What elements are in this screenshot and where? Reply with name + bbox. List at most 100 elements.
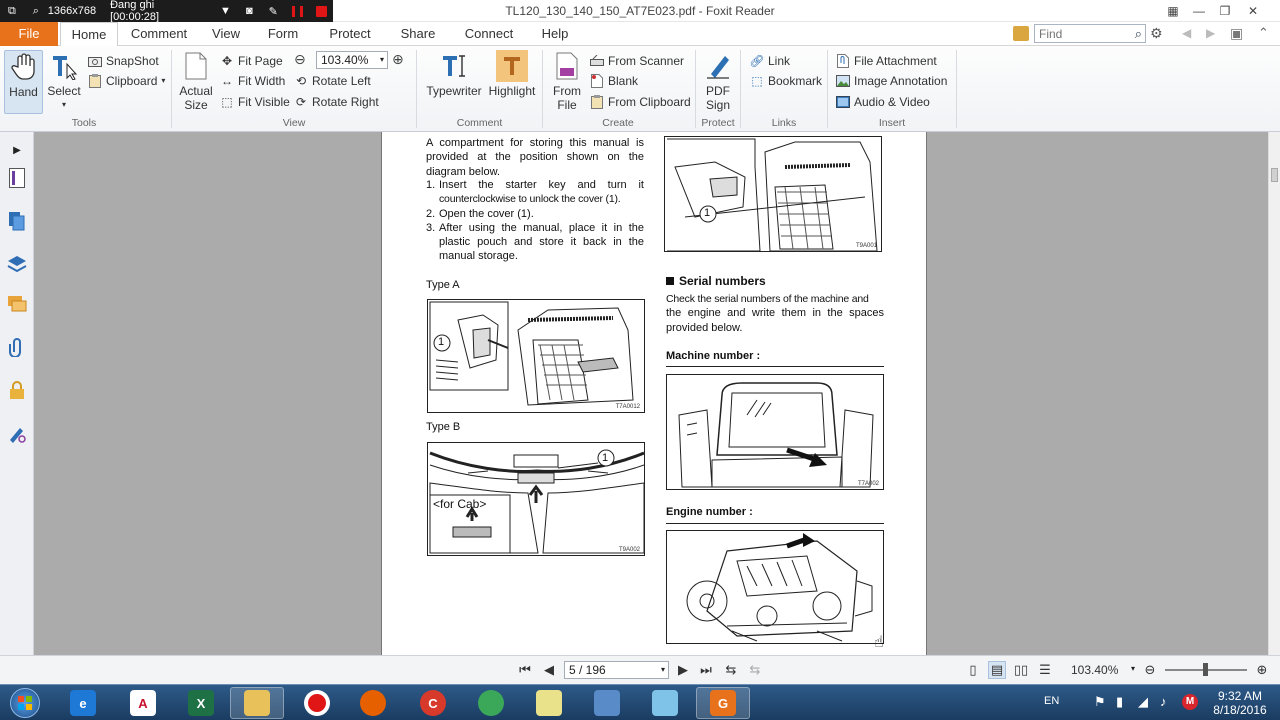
view-group-label: View: [282, 117, 306, 129]
taskbar-explorer[interactable]: [230, 687, 284, 719]
tab-protect[interactable]: Protect: [324, 22, 376, 46]
rotate-right-icon: ⟳: [295, 94, 307, 109]
serial-text-line: Check the serial numbers of the machine …: [666, 293, 869, 305]
search-icon[interactable]: ⌕: [1135, 26, 1142, 42]
find-field[interactable]: ⌕: [1034, 24, 1146, 43]
tab-home[interactable]: Home: [60, 22, 118, 47]
tab-help[interactable]: Help: [538, 22, 572, 46]
tab-form[interactable]: Form: [262, 22, 304, 46]
comments-icon[interactable]: [5, 292, 29, 316]
from-scanner-button[interactable]: From Scanner: [590, 51, 684, 70]
next-view-icon[interactable]: ⇆: [746, 661, 764, 679]
layers-icon[interactable]: [5, 252, 29, 276]
zoom-out-icon[interactable]: ⊖: [294, 51, 306, 68]
image-annotation-button[interactable]: Image Annotation: [836, 71, 947, 90]
pdf-sign-button[interactable]: PDF Sign: [700, 50, 736, 112]
back-arrow-icon[interactable]: ◀: [1182, 26, 1191, 40]
taskbar-firefox[interactable]: [346, 687, 400, 719]
status-zoom-in-icon[interactable]: ⊕: [1253, 661, 1271, 679]
taskbar-excel[interactable]: X: [174, 687, 228, 719]
actual-size-button[interactable]: Actual Size: [176, 50, 216, 112]
facing-pages-icon[interactable]: ▯▯: [1012, 661, 1030, 679]
fit-width-button[interactable]: ↔ Fit Width: [220, 71, 285, 90]
expand-panel-icon[interactable]: ▶: [5, 138, 29, 162]
typewriter-button[interactable]: Typewriter: [424, 50, 484, 98]
foxit-icon: G: [710, 690, 736, 716]
zoom-slider-thumb[interactable]: [1203, 663, 1208, 676]
bookmark-label: Bookmark: [768, 73, 823, 88]
link-button[interactable]: 🔗︎ Link: [749, 51, 790, 70]
audio-video-button[interactable]: Audio & Video: [836, 92, 930, 111]
tab-share[interactable]: Share: [396, 22, 440, 46]
start-button[interactable]: [0, 687, 50, 719]
page-number-field[interactable]: 5 / 196 ▾: [564, 661, 669, 679]
bookmark-button[interactable]: ⬚ Bookmark: [750, 71, 822, 90]
power-icon[interactable]: ▮: [1116, 694, 1123, 710]
taskbar-globe-app[interactable]: [464, 687, 518, 719]
status-zoom-value[interactable]: 103.40%: [1071, 663, 1118, 677]
clipboard-button[interactable]: Clipboard ▾: [88, 71, 165, 90]
next-page-icon[interactable]: ▶: [674, 661, 692, 679]
rotate-left-button[interactable]: ⟲ Rotate Left: [294, 71, 371, 90]
status-bar: ⏮ ◀ 5 / 196 ▾ ▶ ⏭ ⇆ ⇆ ▯ ▤ ▯▯ ☰ 103.40% ▾…: [0, 655, 1280, 684]
previous-page-icon[interactable]: ◀: [540, 661, 558, 679]
taskbar-acrobat[interactable]: A: [116, 687, 170, 719]
blank-button[interactable]: Blank: [590, 71, 638, 90]
volume-icon[interactable]: ♪: [1160, 694, 1167, 709]
ribbon-options-icon[interactable]: ▦: [1160, 0, 1186, 22]
hand-tool-button[interactable]: Hand: [4, 50, 43, 114]
taskbar-notes[interactable]: [522, 687, 576, 719]
page-thumbnail-icon[interactable]: [5, 166, 29, 190]
close-button[interactable]: ✕: [1240, 0, 1266, 22]
previous-view-icon[interactable]: ⇆: [722, 661, 740, 679]
status-zoom-dropdown-icon[interactable]: ▾: [1131, 664, 1135, 673]
continuous-facing-icon[interactable]: ☰: [1036, 661, 1054, 679]
fit-visible-button[interactable]: ⬚ Fit Visible: [220, 92, 289, 111]
taskbar-foxit-reader[interactable]: G: [696, 687, 750, 719]
continuous-page-icon[interactable]: ▤: [988, 661, 1006, 679]
taskbar-internet-explorer[interactable]: e: [56, 687, 110, 719]
antivirus-icon[interactable]: M: [1182, 694, 1198, 710]
zoom-in-icon[interactable]: ⊕: [392, 51, 404, 68]
network-icon[interactable]: ◢: [1138, 694, 1148, 710]
fit-page-button[interactable]: ✥ Fit Page: [220, 51, 283, 70]
language-indicator[interactable]: EN: [1044, 695, 1059, 707]
tab-file[interactable]: File: [0, 22, 58, 46]
single-page-icon[interactable]: ▯: [964, 661, 982, 679]
system-clock[interactable]: 9:32 AM 8/18/2016: [1200, 689, 1280, 717]
select-tool-button[interactable]: Select ▾: [46, 50, 82, 112]
taskbar-paint[interactable]: [638, 687, 692, 719]
from-file-button[interactable]: From File: [548, 50, 586, 112]
file-attachment-button[interactable]: File Attachment: [836, 51, 937, 70]
restore-button[interactable]: ❐: [1212, 0, 1238, 22]
forward-arrow-icon[interactable]: ▶: [1206, 26, 1215, 40]
zoom-select[interactable]: 103.40% ▾: [316, 51, 388, 69]
vertical-scrollbar[interactable]: [1268, 132, 1280, 655]
folder-search-icon[interactable]: [1013, 26, 1029, 41]
taskbar-ccleaner[interactable]: C: [406, 687, 460, 719]
last-page-icon[interactable]: ⏭: [697, 661, 715, 679]
taskbar-screen-app[interactable]: [580, 687, 634, 719]
attachments-icon[interactable]: [5, 335, 29, 359]
taskbar-recorder[interactable]: [290, 687, 344, 719]
status-zoom-out-icon[interactable]: ⊖: [1141, 661, 1159, 679]
find-input[interactable]: [1035, 25, 1127, 42]
tab-connect[interactable]: Connect: [462, 22, 516, 46]
scroll-thumb[interactable]: [1271, 168, 1278, 182]
tab-view[interactable]: View: [204, 22, 248, 46]
minimize-button[interactable]: —: [1186, 0, 1212, 22]
from-clipboard-button[interactable]: From Clipboard: [590, 92, 691, 111]
document-viewport[interactable]: A compartment for storing this manual is…: [34, 132, 1268, 655]
collapse-ribbon-icon[interactable]: ⌃: [1258, 25, 1269, 41]
first-page-icon[interactable]: ⏮: [516, 661, 534, 679]
signature-panel-icon[interactable]: [5, 422, 29, 446]
action-center-flag-icon[interactable]: ⚑: [1094, 694, 1106, 710]
user-account-icon[interactable]: ▣: [1230, 25, 1243, 42]
pages-icon[interactable]: [5, 209, 29, 233]
tab-comment[interactable]: Comment: [128, 22, 190, 46]
security-lock-icon[interactable]: [5, 378, 29, 402]
rotate-right-button[interactable]: ⟳ Rotate Right: [294, 92, 379, 111]
highlight-button[interactable]: Highlight: [488, 50, 536, 98]
snapshot-button[interactable]: SnapShot: [88, 51, 159, 70]
settings-gear-icon[interactable]: ⚙: [1150, 25, 1163, 42]
